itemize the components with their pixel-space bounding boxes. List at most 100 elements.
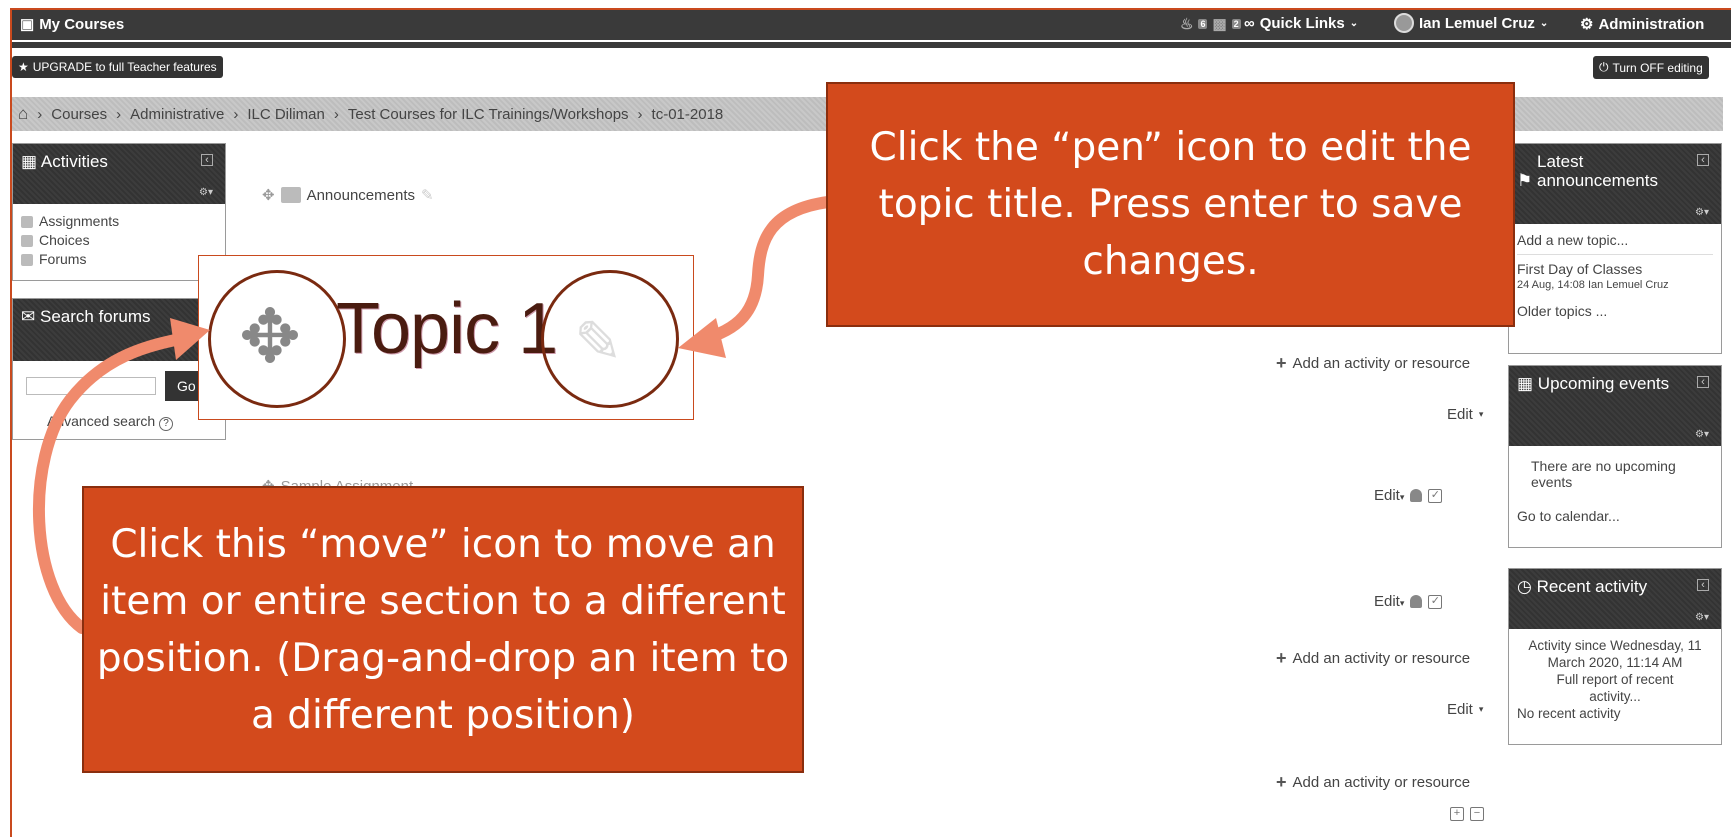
section-controls: + − <box>1450 807 1484 821</box>
zoomed-topic-header: ✥ Topic 1 ✎ <box>198 255 694 420</box>
gear-icon[interactable]: ⚙▾ <box>1695 207 1709 218</box>
topic-title: Topic 1 <box>336 289 558 369</box>
expand-icon[interactable]: + <box>1450 807 1464 821</box>
star-icon: ★ <box>18 60 29 74</box>
administration-menu[interactable]: ⚙ Administration <box>1580 15 1705 34</box>
assignment-icon <box>21 215 33 228</box>
edit-row-2: Edit▾ ✓ <box>1374 593 1443 610</box>
pen-icon[interactable]: ✎ <box>421 186 434 204</box>
forum-icon <box>280 187 301 203</box>
gear-icon: ⚙ <box>1580 16 1594 33</box>
no-events-text: There are no upcoming events <box>1531 458 1676 490</box>
edit-row-1: Edit▾ ✓ <box>1374 487 1443 504</box>
message-icon: ▩ <box>1212 16 1227 33</box>
search-forums-block: ✉ Search forums Go Advanced search ? <box>12 298 226 440</box>
move-icon[interactable]: ✥ <box>239 300 301 374</box>
upgrade-label: UPGRADE to full Teacher features <box>32 60 217 74</box>
add-activity-link[interactable]: + Add an activity or resource <box>1276 648 1470 669</box>
list-item[interactable]: Choices <box>21 231 217 250</box>
no-recent-activity-text: No recent activity <box>1517 706 1621 721</box>
help-icon[interactable]: ? <box>159 417 174 431</box>
avatar <box>1394 13 1414 33</box>
plus-icon: + <box>1276 353 1287 373</box>
list-item[interactable]: Assignments <box>21 212 217 231</box>
page: ▣ My Courses ♨ 6 ▩ 2 ∞ Quick Links ⌄ Ian… <box>0 0 1731 837</box>
older-topics-link[interactable]: Older topics ... <box>1517 303 1713 319</box>
quick-links-menu[interactable]: ∞ Quick Links ⌄ <box>1244 15 1358 32</box>
block-title: Recent activity <box>1536 577 1648 596</box>
search-forums-header: ✉ Search forums <box>13 299 225 361</box>
gear-icon[interactable]: ⚙▾ <box>1695 612 1709 623</box>
add-activity-link[interactable]: + Add an activity or resource <box>1276 772 1470 793</box>
gear-icon[interactable]: ⚙▾ <box>1695 429 1709 440</box>
top-navbar: ▣ My Courses ♨ 6 ▩ 2 ∞ Quick Links ⌄ Ian… <box>12 10 1731 40</box>
plus-icon: + <box>1276 772 1287 792</box>
breadcrumb-item[interactable]: ILC Diliman <box>247 106 325 123</box>
block-title: Activities <box>40 152 108 171</box>
edit-menu[interactable]: Edit▾ <box>1447 701 1483 718</box>
calendar-icon: ▦ <box>1517 374 1534 393</box>
breadcrumb-item[interactable]: Administrative <box>130 106 224 123</box>
navbar-underline <box>12 42 1731 48</box>
caret-down-icon: ▾ <box>1478 409 1484 419</box>
briefcase-icon: ▣ <box>20 16 35 33</box>
collapse-icon[interactable]: − <box>1470 807 1484 821</box>
message-count: 2 <box>1231 19 1241 29</box>
my-courses-label: My Courses <box>39 15 125 33</box>
link-icon: ∞ <box>1244 15 1255 32</box>
activities-list: Assignments Choices Forums <box>13 204 225 277</box>
block-title: Upcoming events <box>1537 374 1670 393</box>
plus-icon: + <box>1276 648 1287 668</box>
collapse-icon[interactable]: ‹ <box>1697 376 1709 388</box>
edit-menu[interactable]: Edit▾ <box>1374 487 1404 504</box>
bell-icon: ♨ <box>1180 16 1194 33</box>
post-title-link[interactable]: First Day of Classes <box>1517 261 1713 277</box>
puzzle-icon: ▦ <box>21 152 38 171</box>
pen-icon[interactable]: ✎ <box>574 308 623 376</box>
user-menu[interactable]: Ian Lemuel Cruz ⌄ <box>1394 13 1548 33</box>
post-meta: 24 Aug, 14:08 Ian Lemuel Cruz <box>1517 279 1669 291</box>
pen-arrow <box>694 196 834 346</box>
upgrade-button[interactable]: ★ UPGRADE to full Teacher features <box>12 56 223 78</box>
choice-icon <box>21 234 33 247</box>
announcements-row[interactable]: ✥ Announcements ✎ <box>262 186 434 205</box>
collapse-icon[interactable]: ‹ <box>201 154 213 166</box>
user-icon[interactable] <box>1410 489 1423 502</box>
megaphone-icon: ⚑ <box>1517 171 1533 190</box>
user-icon[interactable] <box>1410 595 1423 608</box>
completion-checkbox[interactable]: ✓ <box>1428 594 1443 609</box>
recent-activity-block: ◷ Recent activity ‹ ⚙▾ Activity since We… <box>1508 568 1722 745</box>
turn-off-editing-button[interactable]: ⏻ Turn OFF editing <box>1593 56 1709 79</box>
breadcrumb-item[interactable]: Courses <box>51 106 107 123</box>
chat-icon: ✉ <box>21 307 36 326</box>
search-input[interactable] <box>26 377 156 395</box>
list-item[interactable]: Forums <box>21 250 217 269</box>
home-icon[interactable]: ⌂ <box>18 104 28 124</box>
move-callout: Click this “move” icon to move an item o… <box>82 486 804 773</box>
full-report-link[interactable]: Full report of recent activity... <box>1517 671 1713 705</box>
edit-menu[interactable]: Edit▾ <box>1374 593 1404 610</box>
collapse-icon[interactable]: ‹ <box>1697 154 1709 166</box>
upcoming-events-block: ▦ Upcoming events ‹ ⚙▾ There are no upco… <box>1508 365 1722 548</box>
calendar-link[interactable]: Go to calendar... <box>1517 508 1713 524</box>
collapse-icon[interactable]: ‹ <box>1697 579 1709 591</box>
move-icon[interactable]: ✥ <box>262 186 275 204</box>
notifications-area[interactable]: ♨ 6 ▩ 2 <box>1180 15 1241 33</box>
activity-since-text: Activity since Wednesday, 11 March 2020,… <box>1528 638 1702 670</box>
add-activity-link[interactable]: + Add an activity or resource <box>1276 353 1470 374</box>
advanced-search-link[interactable]: Advanced search ? <box>47 413 174 431</box>
breadcrumb-item[interactable]: tc-01-2018 <box>652 106 724 123</box>
breadcrumb-item[interactable]: Test Courses for ILC Trainings/Workshops <box>348 106 629 123</box>
completion-checkbox[interactable]: ✓ <box>1428 488 1443 503</box>
add-topic-link[interactable]: Add a new topic... <box>1517 232 1713 255</box>
latest-announcements-block: ⚑ Latest announcements ‹ ⚙▾ Add a new to… <box>1508 143 1722 354</box>
administration-label: Administration <box>1598 15 1705 33</box>
block-title: Latest announcements <box>1536 152 1658 190</box>
my-courses-menu[interactable]: ▣ My Courses <box>20 15 125 34</box>
activities-block: ▦ Activities ‹ ⚙▾ Assignments Choices Fo… <box>12 143 226 281</box>
edit-menu[interactable]: Edit▾ <box>1447 406 1483 423</box>
announcements-link[interactable]: Announcements <box>307 187 415 204</box>
gear-icon[interactable]: ⚙▾ <box>199 187 213 198</box>
notification-count: 6 <box>1198 19 1208 29</box>
user-name: Ian Lemuel Cruz <box>1419 14 1535 32</box>
